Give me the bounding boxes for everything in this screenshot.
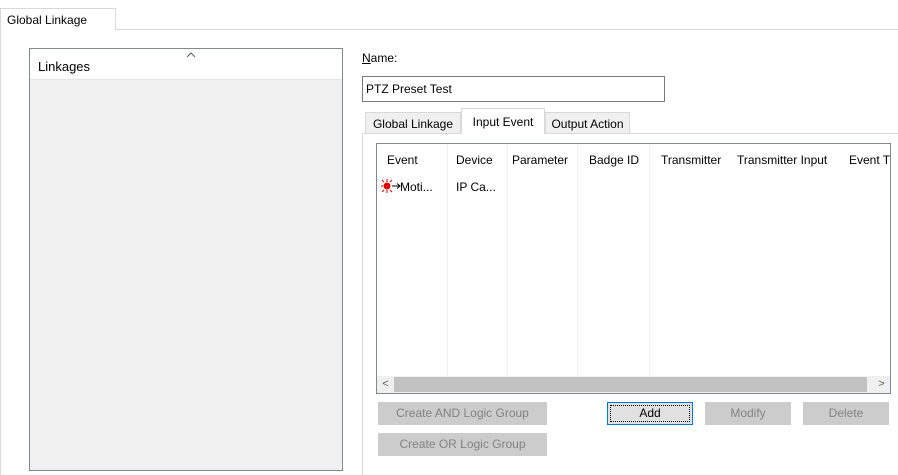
column-separator [447, 144, 448, 376]
scroll-right-icon[interactable]: > [873, 377, 890, 392]
column-header-device[interactable]: Device [456, 153, 493, 167]
input-event-table[interactable]: Event Device Parameter Badge ID Transmit… [376, 143, 891, 394]
event-cell: Moti... [400, 180, 433, 194]
frame-border [0, 29, 1, 475]
tab-label: Output Action [551, 117, 624, 131]
tab-label: Global Linkage [372, 117, 454, 131]
column-header-transmitter[interactable]: Transmitter [661, 153, 721, 167]
horizontal-scrollbar[interactable]: < > [377, 376, 890, 393]
column-header-event-type[interactable]: Event T [849, 153, 890, 167]
column-separator [577, 144, 578, 376]
name-label: Name: [362, 51, 398, 65]
tab-output-action[interactable]: Output Action [545, 112, 630, 134]
column-header-transmitter-input[interactable]: Transmitter Input [737, 153, 827, 167]
tab-global-linkage-outer[interactable]: Global Linkage [0, 8, 116, 30]
modify-button[interactable]: Modify [705, 402, 791, 425]
tab-label: Global Linkage [7, 13, 88, 27]
linkages-header-label: Linkages [38, 59, 91, 74]
column-header-badge-id[interactable]: Badge ID [589, 153, 639, 167]
column-header-parameter[interactable]: Parameter [512, 153, 568, 167]
scroll-left-icon[interactable]: < [377, 377, 394, 392]
create-and-logic-group-button[interactable]: Create AND Logic Group [378, 402, 547, 425]
scrollbar-thumb[interactable] [394, 377, 867, 392]
tab-input-event[interactable]: Input Event [461, 108, 545, 134]
column-separator [649, 144, 650, 376]
column-separator [507, 144, 508, 376]
motion-detection-icon [381, 179, 401, 193]
device-cell: IP Ca... [456, 180, 496, 194]
tab-strip-divider [116, 29, 898, 30]
linkages-list[interactable]: Linkages [29, 48, 343, 471]
focus-rectangle [610, 405, 690, 422]
tab-global-linkage[interactable]: Global Linkage [365, 112, 461, 134]
sort-ascending-icon [186, 52, 196, 58]
delete-button[interactable]: Delete [803, 402, 889, 425]
tab-label: Input Event [472, 115, 534, 129]
add-button[interactable]: Add [607, 402, 693, 425]
linkages-column-header[interactable]: Linkages [30, 49, 342, 80]
create-or-logic-group-button[interactable]: Create OR Logic Group [378, 433, 547, 456]
column-header-event[interactable]: Event [387, 153, 418, 167]
name-field[interactable] [362, 76, 665, 102]
